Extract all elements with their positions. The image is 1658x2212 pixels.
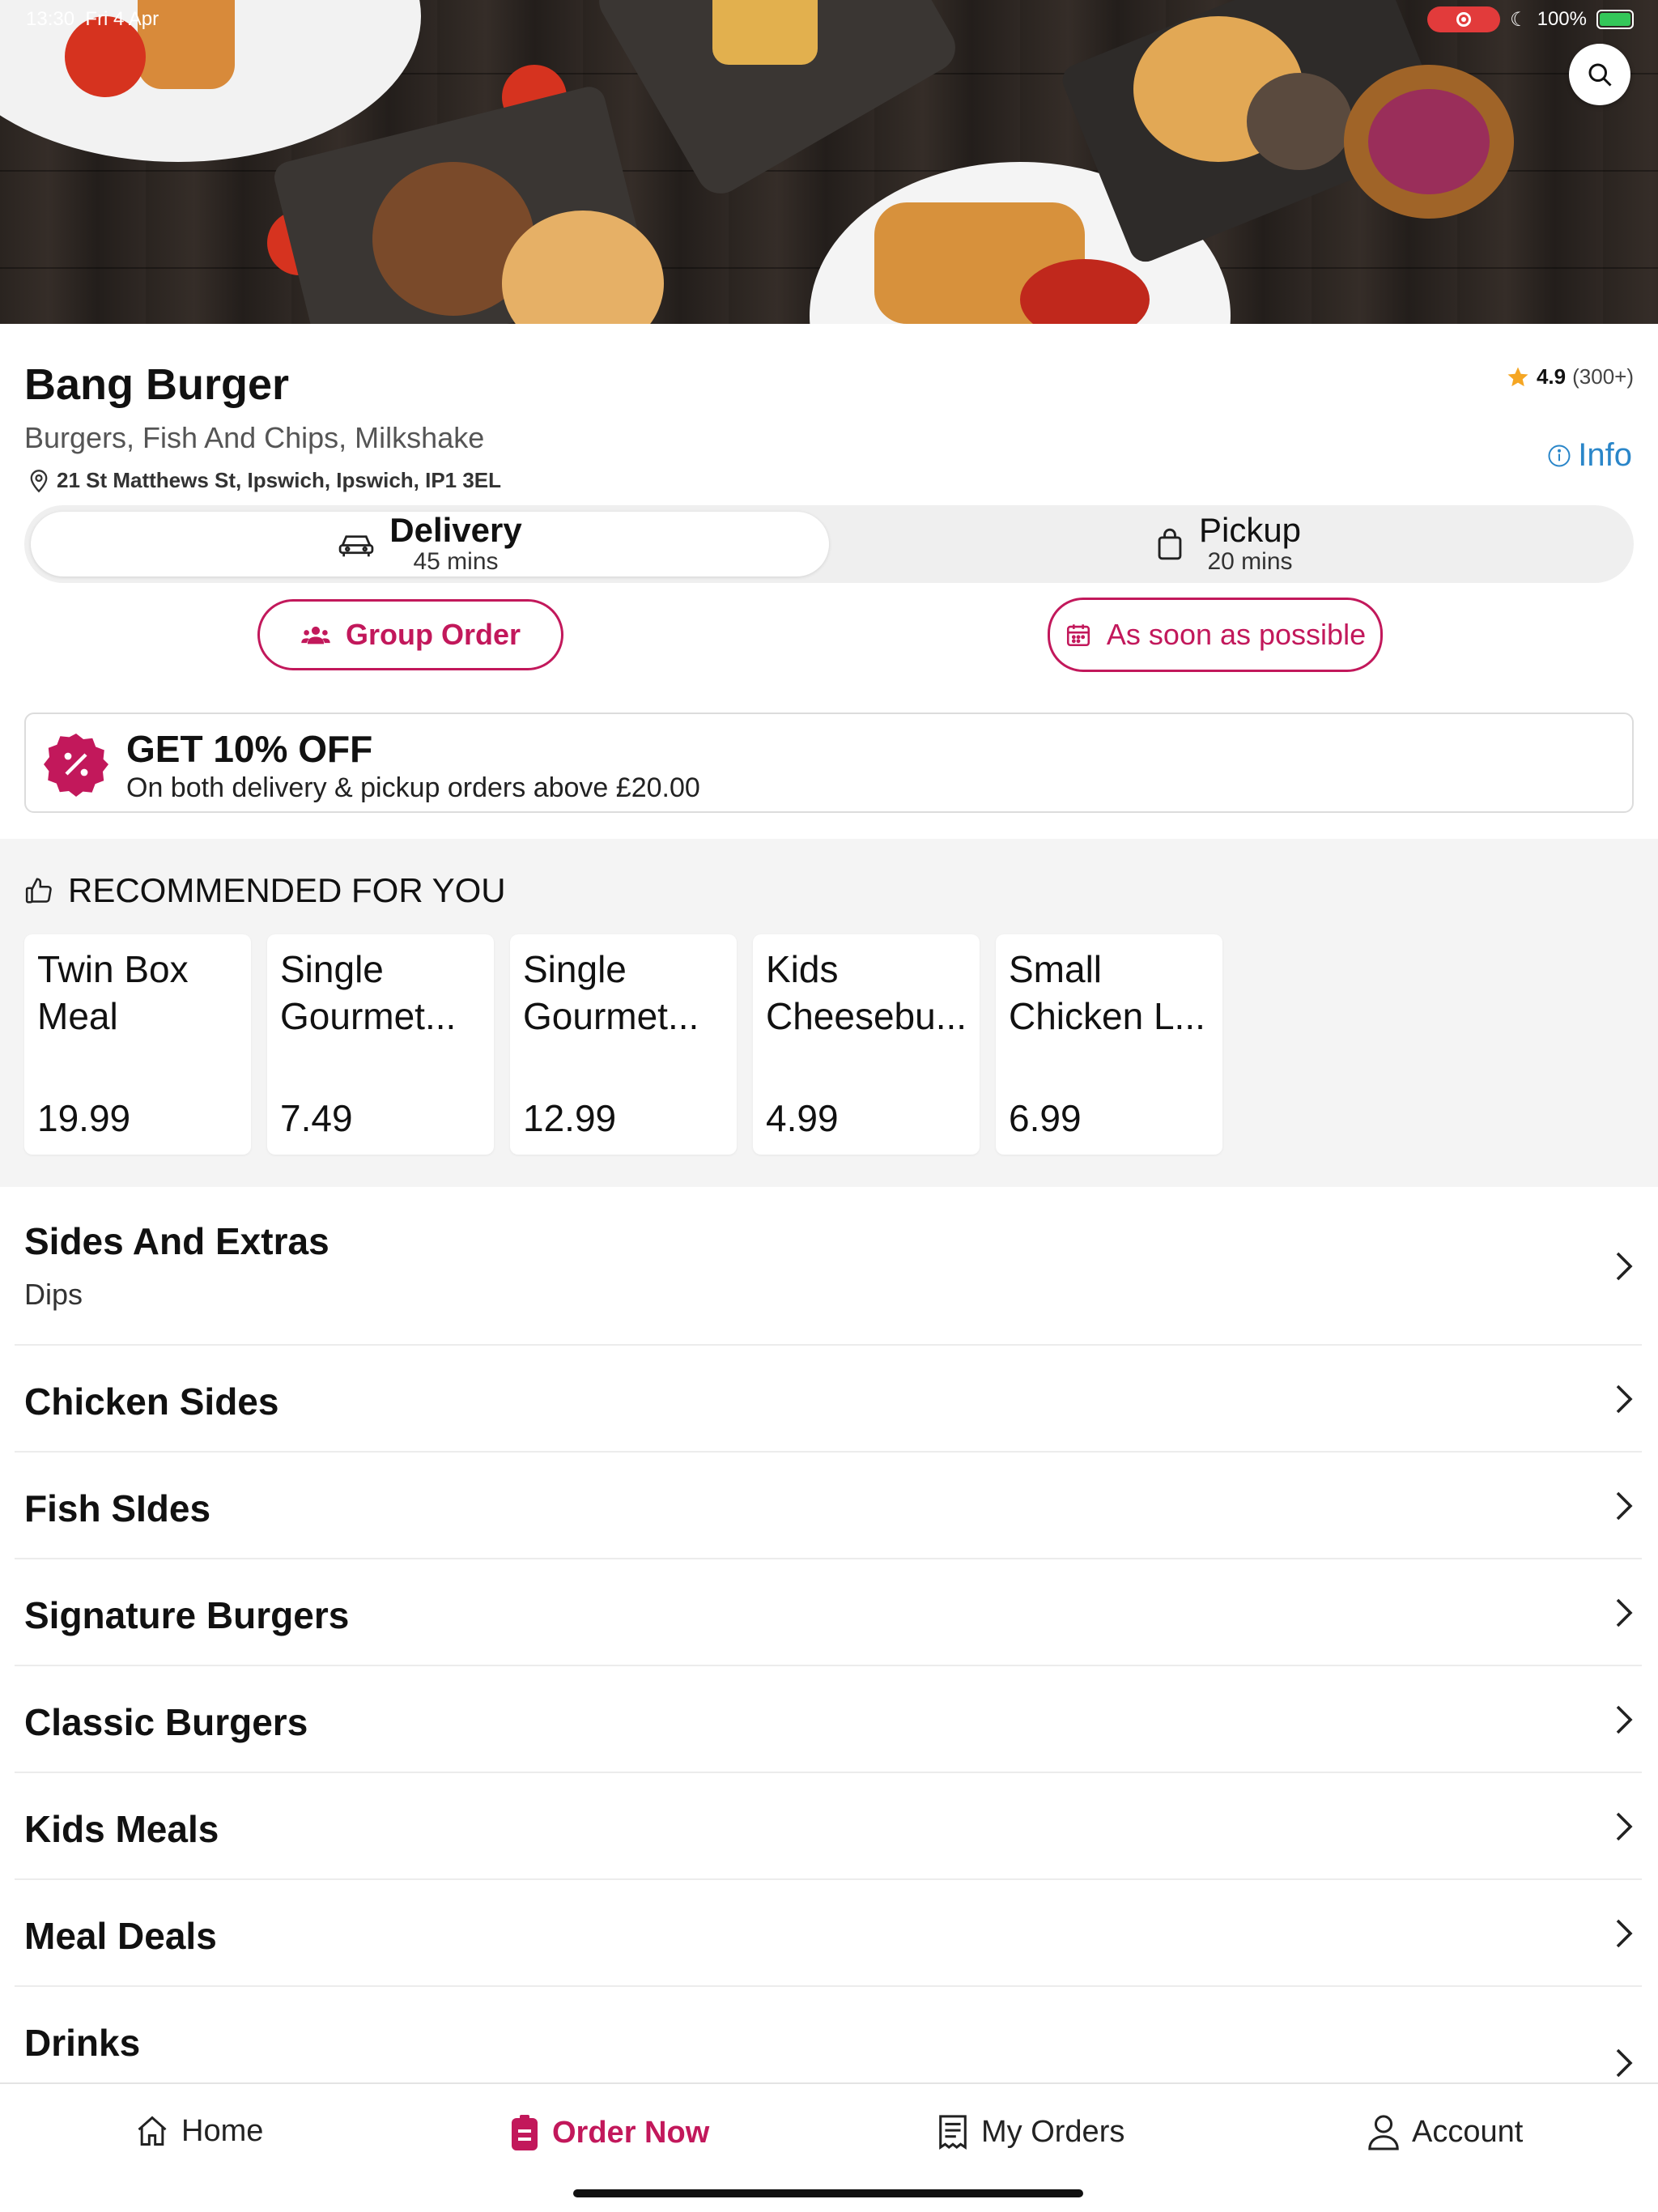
- info-label: Info: [1578, 437, 1632, 473]
- cuisine-list: Burgers, Fish And Chips, Milkshake: [24, 421, 485, 454]
- chevron-right-icon: [1616, 1812, 1633, 1841]
- star-icon: [1507, 367, 1528, 386]
- item-name: Single Gourmet...: [280, 948, 457, 1037]
- battery-icon: [1596, 10, 1634, 29]
- category-name: Signature Burgers: [24, 1594, 350, 1636]
- tab-account[interactable]: Account: [1367, 2113, 1523, 2150]
- pickup-option[interactable]: Pickup 20 mins: [829, 510, 1627, 578]
- category-name: Chicken Sides: [24, 1380, 279, 1423]
- promo-subtitle: On both delivery & pickup orders above £…: [126, 772, 700, 803]
- car-icon: [338, 535, 374, 557]
- category-row[interactable]: Drinks: [15, 1987, 1642, 2082]
- category-subtitle: Dips: [24, 1278, 83, 1311]
- chevron-right-icon: [1616, 1385, 1633, 1414]
- category-row[interactable]: Chicken Sides: [15, 1346, 1642, 1453]
- battery-percent: 100%: [1537, 8, 1587, 30]
- category-name: Classic Burgers: [24, 1701, 308, 1743]
- recommended-section: RECOMMENDED FOR YOU Twin Box Meal 19.99 …: [0, 839, 1658, 1187]
- tab-home[interactable]: Home: [134, 2113, 263, 2149]
- tab-account-label: Account: [1412, 2114, 1524, 2149]
- item-name: Small Chicken L...: [1009, 948, 1205, 1037]
- delivery-label: Delivery: [389, 511, 522, 549]
- chevron-right-icon: [1616, 1705, 1633, 1734]
- tab-order-now[interactable]: Order Now: [508, 2113, 709, 2152]
- item-price: 12.99: [523, 1097, 617, 1139]
- group-icon: [301, 626, 330, 644]
- person-icon: [1368, 2115, 1399, 2150]
- tab-order-now-label: Order Now: [552, 2115, 710, 2150]
- info-icon: [1548, 445, 1571, 466]
- item-price: 4.99: [766, 1097, 839, 1139]
- pickup-label: Pickup: [1198, 511, 1302, 549]
- category-row[interactable]: Kids Meals: [15, 1773, 1642, 1880]
- chevron-right-icon: [1616, 1252, 1633, 1281]
- delivery-time: 45 mins: [413, 548, 499, 575]
- chevron-right-icon: [1616, 1491, 1633, 1521]
- discount-badge-icon: [44, 734, 108, 797]
- order-icon: [512, 2115, 538, 2150]
- category-row[interactable]: Sides And Extras Dips: [15, 1202, 1642, 1346]
- recommended-card[interactable]: Single Gourmet... 7.49: [267, 934, 494, 1155]
- category-row[interactable]: Signature Burgers: [15, 1559, 1642, 1666]
- info-link[interactable]: Info: [1547, 437, 1632, 474]
- chevron-right-icon: [1616, 1598, 1633, 1627]
- home-indicator: [573, 2189, 1083, 2197]
- calendar-icon: [1066, 624, 1090, 647]
- delivery-option[interactable]: Delivery 45 mins: [31, 510, 829, 578]
- receipt-icon: [939, 2115, 967, 2150]
- promo-title: GET 10% OFF: [126, 728, 373, 770]
- recommended-card[interactable]: Twin Box Meal 19.99: [24, 934, 251, 1155]
- item-price: 7.49: [280, 1097, 353, 1139]
- category-name: Sides And Extras: [24, 1220, 329, 1262]
- chevron-right-icon: [1616, 1919, 1633, 1948]
- category-name: Meal Deals: [24, 1915, 217, 1957]
- item-name: Twin Box Meal: [37, 948, 189, 1037]
- tab-home-label: Home: [181, 2113, 264, 2148]
- shopping-bag-icon: [1158, 528, 1182, 560]
- group-order-label: Group Order: [345, 618, 521, 651]
- schedule-button[interactable]: As soon as possible: [1048, 598, 1383, 672]
- item-name: Kids Cheesebu...: [766, 948, 967, 1037]
- recommended-title: RECOMMENDED FOR YOU: [68, 871, 506, 909]
- category-name: Kids Meals: [24, 1808, 219, 1850]
- category-row[interactable]: Fish SIdes: [15, 1453, 1642, 1559]
- address-text: 21 St Matthews St, Ipswich, Ipswich, IP1…: [57, 468, 502, 492]
- group-order-button[interactable]: Group Order: [257, 599, 563, 670]
- restaurant-name: Bang Burger: [24, 360, 290, 409]
- moon-icon: ☾: [1510, 8, 1528, 31]
- home-icon: [138, 2116, 167, 2146]
- fulfilment-toggle: Delivery 45 mins Pickup 20 mins: [24, 505, 1634, 583]
- rating-count: (300+): [1572, 364, 1634, 389]
- recommended-card[interactable]: Single Gourmet... 12.99: [510, 934, 737, 1155]
- hero-banner-image: 13:30 Fri 4 Apr ☾ 100%: [0, 0, 1658, 324]
- location-pin-icon: [30, 469, 48, 492]
- tab-my-orders[interactable]: My Orders: [936, 2113, 1124, 2150]
- promo-banner[interactable]: GET 10% OFF On both delivery & pickup or…: [24, 713, 1634, 813]
- rating: 4.9 (300+): [1506, 364, 1634, 389]
- tab-my-orders-label: My Orders: [981, 2114, 1125, 2149]
- item-name: Single Gourmet...: [523, 948, 699, 1037]
- category-name: Fish SIdes: [24, 1487, 211, 1529]
- recommended-heading: RECOMMENDED FOR YOU: [24, 871, 506, 910]
- schedule-label: As soon as possible: [1106, 618, 1367, 651]
- search-icon: [1588, 63, 1612, 87]
- address: 21 St Matthews St, Ipswich, Ipswich, IP1…: [28, 468, 501, 493]
- screen-recording-icon: [1427, 6, 1501, 32]
- category-row[interactable]: Meal Deals: [15, 1880, 1642, 1987]
- recommended-card[interactable]: Small Chicken L... 6.99: [996, 934, 1222, 1155]
- thumbs-up-icon: [25, 878, 52, 904]
- recommended-card[interactable]: Kids Cheesebu... 4.99: [753, 934, 980, 1155]
- chevron-right-icon: [1616, 2048, 1633, 2078]
- pickup-time: 20 mins: [1207, 548, 1293, 575]
- status-bar-time: 13:30 Fri 4 Apr: [26, 8, 159, 30]
- item-price: 19.99: [37, 1097, 131, 1139]
- rating-value: 4.9: [1536, 364, 1567, 389]
- search-button[interactable]: [1569, 44, 1630, 105]
- item-price: 6.99: [1009, 1097, 1082, 1139]
- status-bar-indicators: ☾ 100%: [1427, 6, 1634, 32]
- category-row[interactable]: Classic Burgers: [15, 1666, 1642, 1773]
- category-name: Drinks: [24, 2022, 141, 2064]
